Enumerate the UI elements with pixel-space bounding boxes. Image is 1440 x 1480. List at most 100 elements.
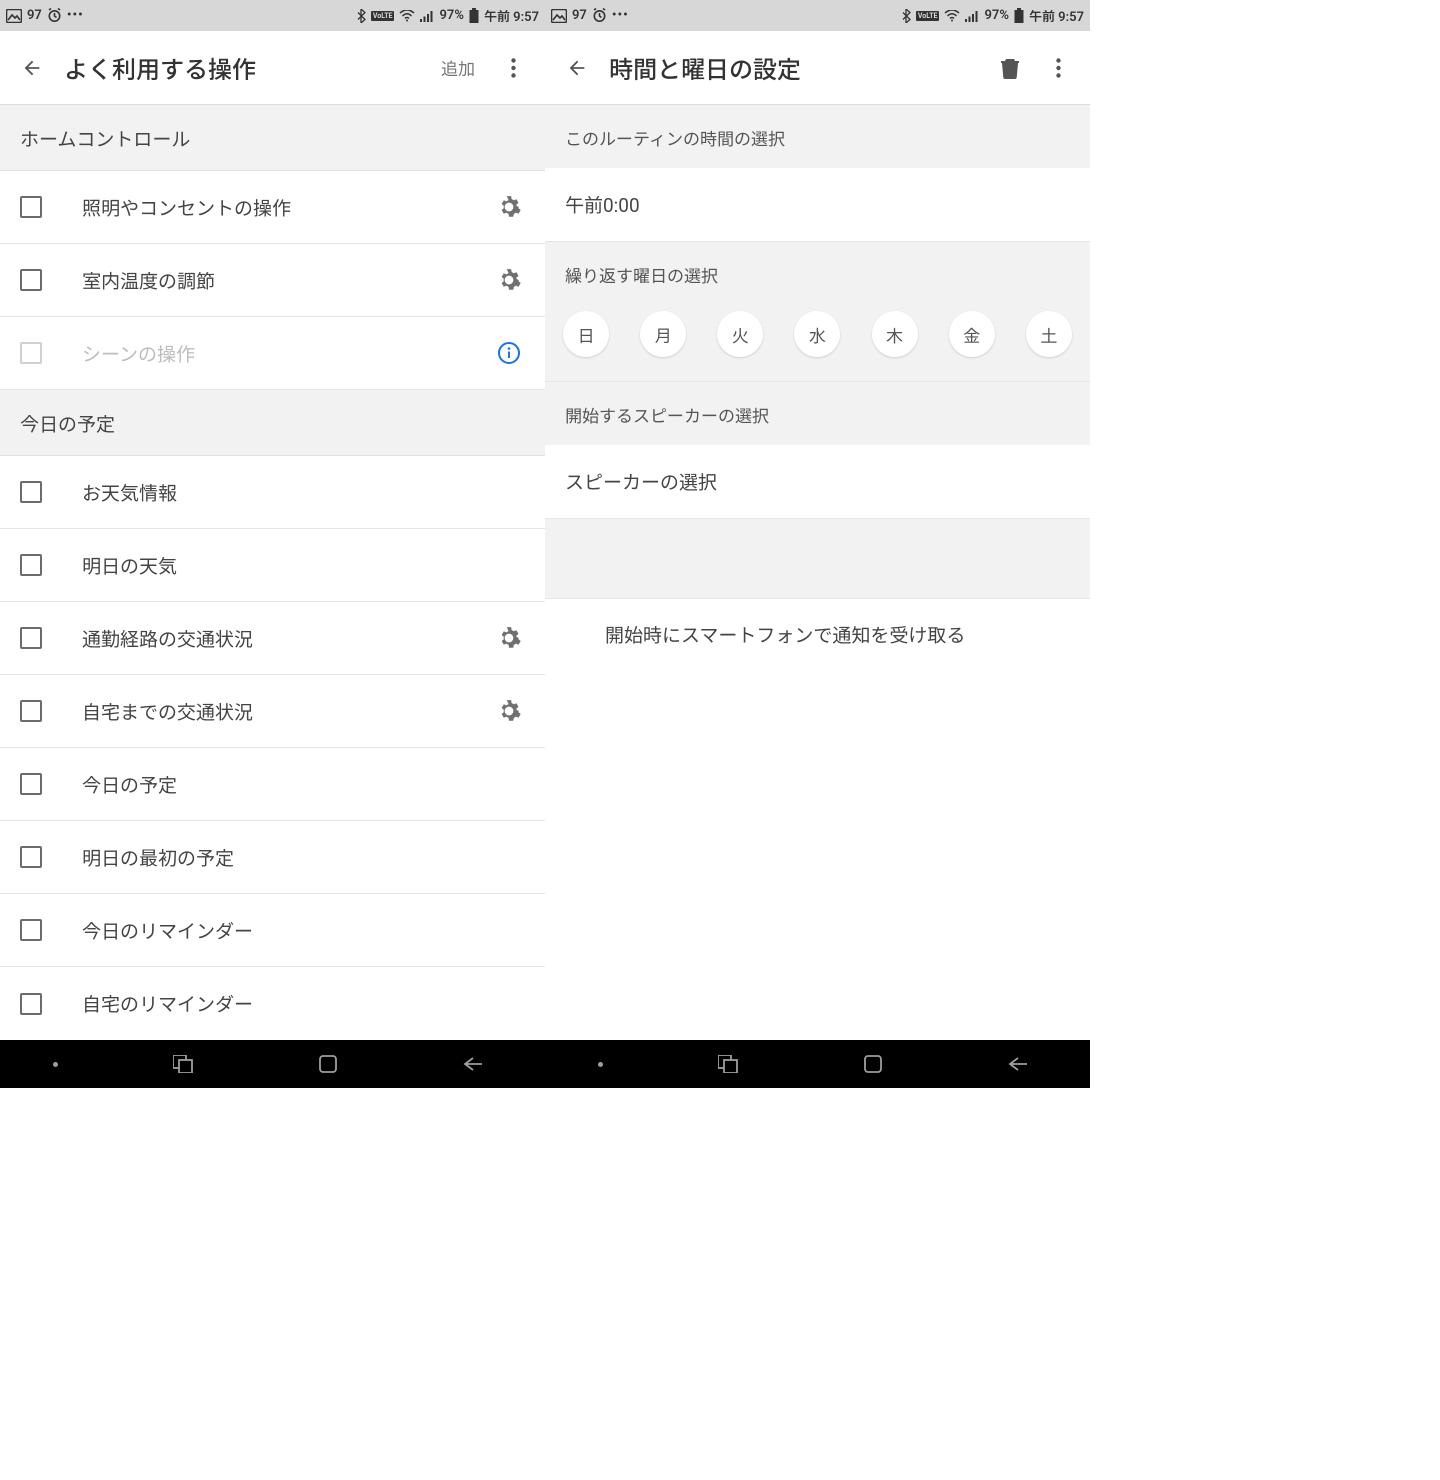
checkbox[interactable] [20, 269, 42, 291]
notify-label: 開始時にスマートフォンで通知を受け取る [605, 621, 965, 648]
checkbox[interactable] [20, 342, 42, 364]
wifi-icon [399, 10, 415, 22]
nav-back[interactable] [453, 1044, 493, 1084]
gear-icon[interactable] [493, 191, 525, 223]
row-lights[interactable]: 照明やコンセントの操作 [0, 171, 545, 244]
alarm-icon [592, 8, 607, 23]
row-label: 通勤経路の交通状況 [82, 625, 493, 652]
day-thu[interactable]: 木 [872, 311, 918, 357]
row-home-traffic[interactable]: 自宅までの交通状況 [0, 675, 545, 748]
nav-back[interactable] [998, 1044, 1038, 1084]
back-button[interactable] [8, 44, 56, 92]
row-tomorrow-first[interactable]: 明日の最初の予定 [0, 821, 545, 894]
page-title: よく利用する操作 [64, 50, 427, 85]
section-time: このルーティンの時間の選択 [545, 105, 1090, 168]
bluetooth-icon [357, 9, 366, 23]
time-value[interactable]: 午前0:00 [545, 168, 1090, 242]
section-home-control: ホームコントロール [0, 105, 545, 171]
day-mon[interactable]: 月 [640, 311, 686, 357]
screen-actions: 97 ••• VoLTE 97% 午前 9:57 [0, 0, 545, 1088]
signal-icon [420, 10, 434, 22]
nav-bar [545, 1040, 1090, 1088]
row-notify[interactable]: 開始時にスマートフォンで通知を受け取る [545, 599, 1090, 670]
checkbox[interactable] [20, 481, 42, 503]
row-label: 明日の天気 [82, 552, 525, 579]
checkbox[interactable] [20, 993, 42, 1015]
delete-button[interactable] [986, 44, 1034, 92]
nav-bar [0, 1040, 545, 1088]
battery-pct: 97% [984, 8, 1008, 23]
picture-icon [6, 9, 22, 23]
status-right: VoLTE 97% 午前 9:57 [357, 6, 539, 25]
checkbox[interactable] [20, 627, 42, 649]
overflow-menu[interactable] [1034, 44, 1082, 92]
nav-home[interactable] [853, 1044, 893, 1084]
row-label: 明日の最初の予定 [82, 844, 525, 871]
row-label: 室内温度の調節 [82, 267, 493, 294]
more-icon: ••• [612, 8, 629, 23]
checkbox[interactable] [20, 846, 42, 868]
picture-icon [551, 9, 567, 23]
volte-icon: VoLTE [916, 11, 940, 21]
battery-pct: 97% [439, 8, 463, 23]
battery-icon [469, 8, 479, 23]
signal-icon [965, 10, 979, 22]
row-label: 自宅までの交通状況 [82, 698, 493, 725]
checkbox[interactable] [20, 919, 42, 941]
row-weather[interactable]: お天気情報 [0, 456, 545, 529]
clock: 午前 9:57 [1029, 6, 1084, 25]
clock: 午前 9:57 [484, 6, 539, 25]
row-label: お天気情報 [82, 479, 525, 506]
info-icon[interactable] [493, 337, 525, 369]
gear-icon[interactable] [493, 622, 525, 654]
alarm-icon [47, 8, 62, 23]
section-today: 今日の予定 [0, 390, 545, 456]
gear-icon[interactable] [493, 695, 525, 727]
wifi-icon [944, 10, 960, 22]
row-label: 今日のリマインダー [82, 917, 525, 944]
row-commute[interactable]: 通勤経路の交通状況 [0, 602, 545, 675]
row-temperature[interactable]: 室内温度の調節 [0, 244, 545, 317]
nav-recents[interactable] [708, 1044, 748, 1084]
status-left: 97 ••• [551, 8, 629, 23]
nav-home[interactable] [308, 1044, 348, 1084]
checkbox[interactable] [20, 773, 42, 795]
gap [545, 519, 1090, 599]
row-label: シーンの操作 [82, 340, 493, 367]
back-button[interactable] [553, 44, 601, 92]
status-right: VoLTE 97% 午前 9:57 [902, 6, 1084, 25]
battery-icon [1014, 8, 1024, 23]
checkbox[interactable] [20, 554, 42, 576]
day-tue[interactable]: 火 [717, 311, 763, 357]
row-home-reminder[interactable]: 自宅のリマインダー [0, 967, 545, 1040]
day-sun[interactable]: 日 [563, 311, 609, 357]
overflow-menu[interactable] [489, 44, 537, 92]
status-left: 97 ••• [6, 8, 84, 23]
row-today-reminder[interactable]: 今日のリマインダー [0, 894, 545, 967]
checkbox[interactable] [20, 700, 42, 722]
row-today-schedule[interactable]: 今日の予定 [0, 748, 545, 821]
row-scene[interactable]: シーンの操作 [0, 317, 545, 390]
day-wed[interactable]: 水 [794, 311, 840, 357]
content-fill [545, 670, 1090, 1040]
app-bar: 時間と曜日の設定 [545, 31, 1090, 105]
checkbox[interactable] [20, 196, 42, 218]
page-title: 時間と曜日の設定 [609, 50, 986, 85]
day-fri[interactable]: 金 [949, 311, 995, 357]
row-label: 今日の予定 [82, 771, 525, 798]
section-repeat: 繰り返す曜日の選択 [545, 242, 1090, 305]
volte-icon: VoLTE [371, 11, 395, 21]
more-icon: ••• [67, 8, 84, 23]
row-label: 自宅のリマインダー [82, 990, 525, 1017]
nav-dot [53, 1062, 58, 1067]
day-chips: 日 月 火 水 木 金 土 [545, 305, 1090, 382]
bluetooth-icon [902, 9, 911, 23]
add-button[interactable]: 追加 [427, 55, 489, 80]
day-sat[interactable]: 土 [1026, 311, 1072, 357]
nav-recents[interactable] [163, 1044, 203, 1084]
row-tomorrow-weather[interactable]: 明日の天気 [0, 529, 545, 602]
gear-icon[interactable] [493, 264, 525, 296]
screen-time-day: 97 ••• VoLTE 97% 午前 9:57 [545, 0, 1090, 1088]
nav-dot [598, 1062, 603, 1067]
speaker-value[interactable]: スピーカーの選択 [545, 445, 1090, 519]
